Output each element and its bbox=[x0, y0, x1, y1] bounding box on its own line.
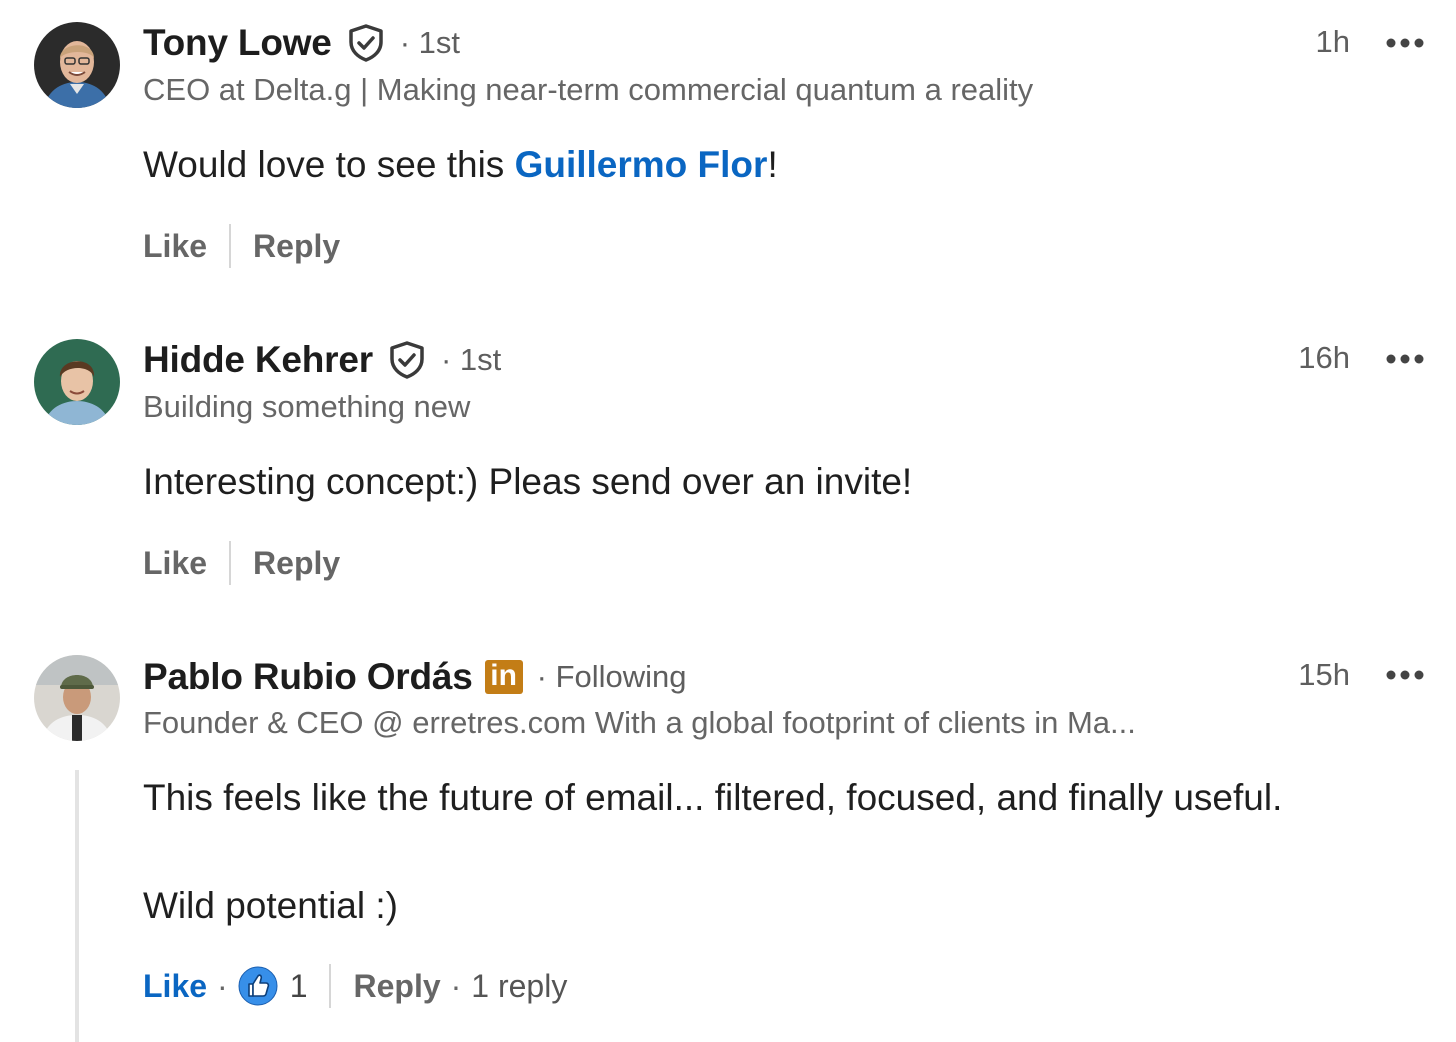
author-headline: Building something new bbox=[143, 389, 471, 424]
comment-text-end: ! bbox=[767, 144, 778, 185]
comment-actions: Like · 1 Reply · 1 reply bbox=[143, 964, 567, 1008]
thread-line bbox=[75, 770, 79, 1042]
mention-link[interactable]: Guillermo Flor bbox=[515, 144, 768, 185]
comment-header: Pablo Rubio Ordás in · Following bbox=[143, 656, 687, 698]
comment-header: Tony Lowe · 1st bbox=[143, 22, 460, 64]
reply-separator: · bbox=[450, 967, 462, 1004]
avatar[interactable] bbox=[34, 339, 120, 425]
comment-text: Interesting concept:) Pleas send over an… bbox=[143, 461, 913, 502]
verified-shield-icon bbox=[346, 23, 386, 63]
comment-header: Hidde Kehrer · 1st bbox=[143, 339, 501, 381]
comment-text-line: Wild potential :) bbox=[143, 885, 398, 926]
connection-degree: · 1st bbox=[440, 342, 502, 377]
linkedin-premium-icon: in bbox=[484, 660, 523, 694]
reply-count-link[interactable]: 1 reply bbox=[471, 968, 567, 1005]
comment-time: 1h bbox=[1315, 24, 1350, 59]
more-options-icon[interactable] bbox=[1386, 36, 1424, 48]
author-headline: Founder & CEO @ erretres.com With a glob… bbox=[143, 705, 1136, 740]
comment-actions: Like Reply bbox=[143, 224, 340, 268]
like-button[interactable]: Like bbox=[143, 545, 207, 582]
comment-text: Would love to see this Guillermo Flor! bbox=[143, 144, 778, 186]
like-button[interactable]: Like bbox=[143, 968, 207, 1005]
action-divider bbox=[329, 964, 332, 1008]
author-name[interactable]: Hidde Kehrer bbox=[143, 339, 373, 381]
comment-time: 16h bbox=[1298, 340, 1350, 375]
action-divider bbox=[229, 541, 232, 585]
more-options-icon[interactable] bbox=[1386, 668, 1424, 680]
avatar[interactable] bbox=[34, 22, 120, 108]
like-button[interactable]: Like bbox=[143, 228, 207, 265]
verified-shield-icon bbox=[387, 340, 427, 380]
reply-button[interactable]: Reply bbox=[253, 228, 340, 265]
reply-button[interactable]: Reply bbox=[353, 968, 440, 1005]
like-separator: · bbox=[217, 967, 228, 1004]
reaction-count[interactable]: 1 bbox=[290, 968, 308, 1005]
comment-text-start: Would love to see this bbox=[143, 144, 515, 185]
comment-time: 15h bbox=[1298, 657, 1350, 692]
thumbs-up-icon[interactable] bbox=[238, 966, 278, 1006]
author-headline: CEO at Delta.g | Making near-term commer… bbox=[143, 72, 1034, 107]
avatar[interactable] bbox=[34, 655, 120, 741]
action-divider bbox=[229, 224, 232, 268]
comment-text-line: This feels like the future of email... f… bbox=[143, 777, 1283, 818]
reply-button[interactable]: Reply bbox=[253, 545, 340, 582]
author-name[interactable]: Tony Lowe bbox=[143, 22, 332, 64]
author-name[interactable]: Pablo Rubio Ordás bbox=[143, 656, 473, 698]
comment-actions: Like Reply bbox=[143, 541, 340, 585]
connection-degree: · 1st bbox=[399, 25, 460, 60]
more-options-icon[interactable] bbox=[1386, 352, 1424, 364]
following-status: · Following bbox=[536, 659, 687, 694]
